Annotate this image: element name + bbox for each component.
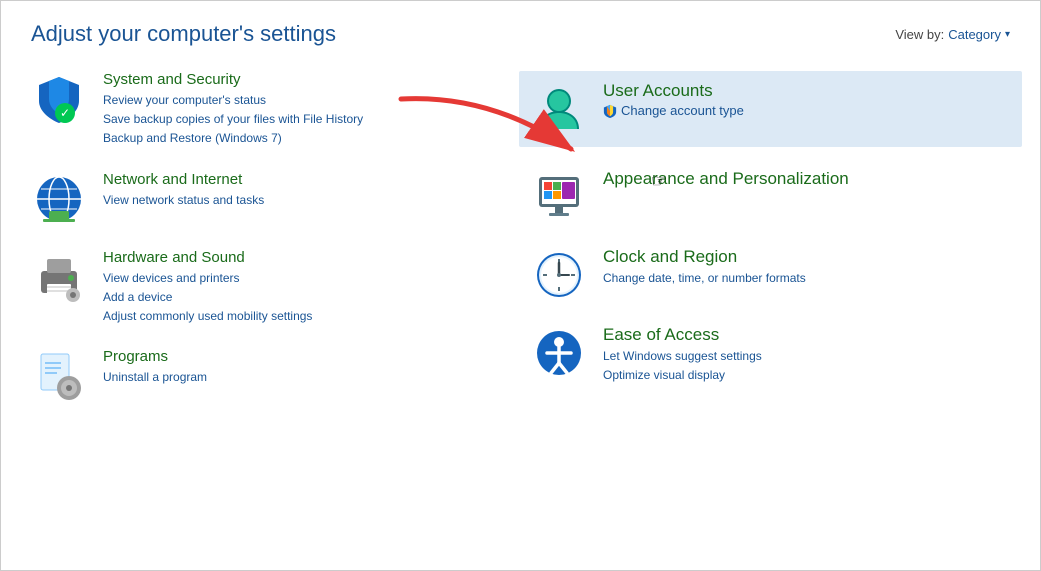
- backup-restore-link[interactable]: Backup and Restore (Windows 7): [103, 129, 511, 148]
- windows-suggest-link[interactable]: Let Windows suggest settings: [603, 347, 1010, 366]
- hardware-icon: [31, 249, 87, 305]
- system-security-title[interactable]: System and Security: [103, 71, 511, 88]
- network-status-link[interactable]: View network status and tasks: [103, 191, 511, 210]
- visual-display-link[interactable]: Optimize visual display: [603, 366, 1010, 385]
- appearance-text: Appearance and Personalization: [603, 169, 1010, 191]
- control-panel-page: Adjust your computer's settings View by:…: [1, 1, 1040, 446]
- category-item-hardware: Hardware and Sound View devices and prin…: [31, 249, 511, 327]
- file-history-link[interactable]: Save backup copies of your files with Fi…: [103, 110, 511, 129]
- user-accounts-title[interactable]: User Accounts: [603, 81, 1010, 101]
- mobility-settings-link[interactable]: Adjust commonly used mobility settings: [103, 307, 511, 326]
- left-column: ✓ System and Security Review your comput…: [31, 71, 531, 426]
- add-device-link[interactable]: Add a device: [103, 288, 511, 307]
- appearance-title[interactable]: Appearance and Personalization: [603, 169, 1010, 189]
- uninstall-program-link[interactable]: Uninstall a program: [103, 368, 511, 387]
- user-accounts-icon: [531, 81, 587, 137]
- network-icon: [31, 171, 87, 227]
- page-title: Adjust your computer's settings: [31, 21, 336, 47]
- header: Adjust your computer's settings View by:…: [31, 21, 1010, 47]
- category-item-user-accounts: User Accounts Change account type: [519, 71, 1022, 147]
- right-column: User Accounts Change account type: [531, 71, 1010, 426]
- review-computer-status-link[interactable]: Review your computer's status: [103, 91, 511, 110]
- change-account-type-link[interactable]: Change account type: [603, 103, 1010, 118]
- clock-title[interactable]: Clock and Region: [603, 247, 1010, 267]
- category-item-system-security: ✓ System and Security Review your comput…: [31, 71, 511, 149]
- ease-of-access-icon: [531, 325, 587, 381]
- svg-text:✓: ✓: [60, 106, 70, 120]
- date-time-link[interactable]: Change date, time, or number formats: [603, 269, 1010, 288]
- category-item-ease-of-access: Ease of Access Let Windows suggest setti…: [531, 325, 1010, 385]
- ease-of-access-text: Ease of Access Let Windows suggest setti…: [603, 325, 1010, 385]
- change-account-type-text[interactable]: Change account type: [621, 103, 744, 118]
- view-by-label: View by:: [895, 27, 944, 42]
- main-content: ✓ System and Security Review your comput…: [31, 71, 1010, 426]
- ease-of-access-title[interactable]: Ease of Access: [603, 325, 1010, 345]
- chevron-down-icon[interactable]: ▾: [1005, 29, 1010, 40]
- view-by-value[interactable]: Category: [948, 27, 1001, 42]
- category-item-appearance: Appearance and Personalization: [531, 169, 1010, 225]
- category-item-clock: Clock and Region Change date, time, or n…: [531, 247, 1010, 303]
- devices-printers-link[interactable]: View devices and printers: [103, 269, 511, 288]
- hardware-text: Hardware and Sound View devices and prin…: [103, 249, 511, 327]
- programs-title[interactable]: Programs: [103, 348, 511, 365]
- network-text: Network and Internet View network status…: [103, 171, 511, 210]
- programs-text: Programs Uninstall a program: [103, 348, 511, 387]
- category-item-programs: Programs Uninstall a program: [31, 348, 511, 404]
- system-security-icon: ✓: [31, 71, 87, 127]
- category-item-network: Network and Internet View network status…: [31, 171, 511, 227]
- user-accounts-text: User Accounts Change account type: [603, 81, 1010, 118]
- clock-text: Clock and Region Change date, time, or n…: [603, 247, 1010, 288]
- clock-icon: [531, 247, 587, 303]
- programs-icon: [31, 348, 87, 404]
- hardware-title[interactable]: Hardware and Sound: [103, 249, 511, 266]
- system-security-text: System and Security Review your computer…: [103, 71, 511, 149]
- appearance-icon: [531, 169, 587, 225]
- network-title[interactable]: Network and Internet: [103, 171, 511, 188]
- view-by-control: View by: Category ▾: [895, 27, 1010, 42]
